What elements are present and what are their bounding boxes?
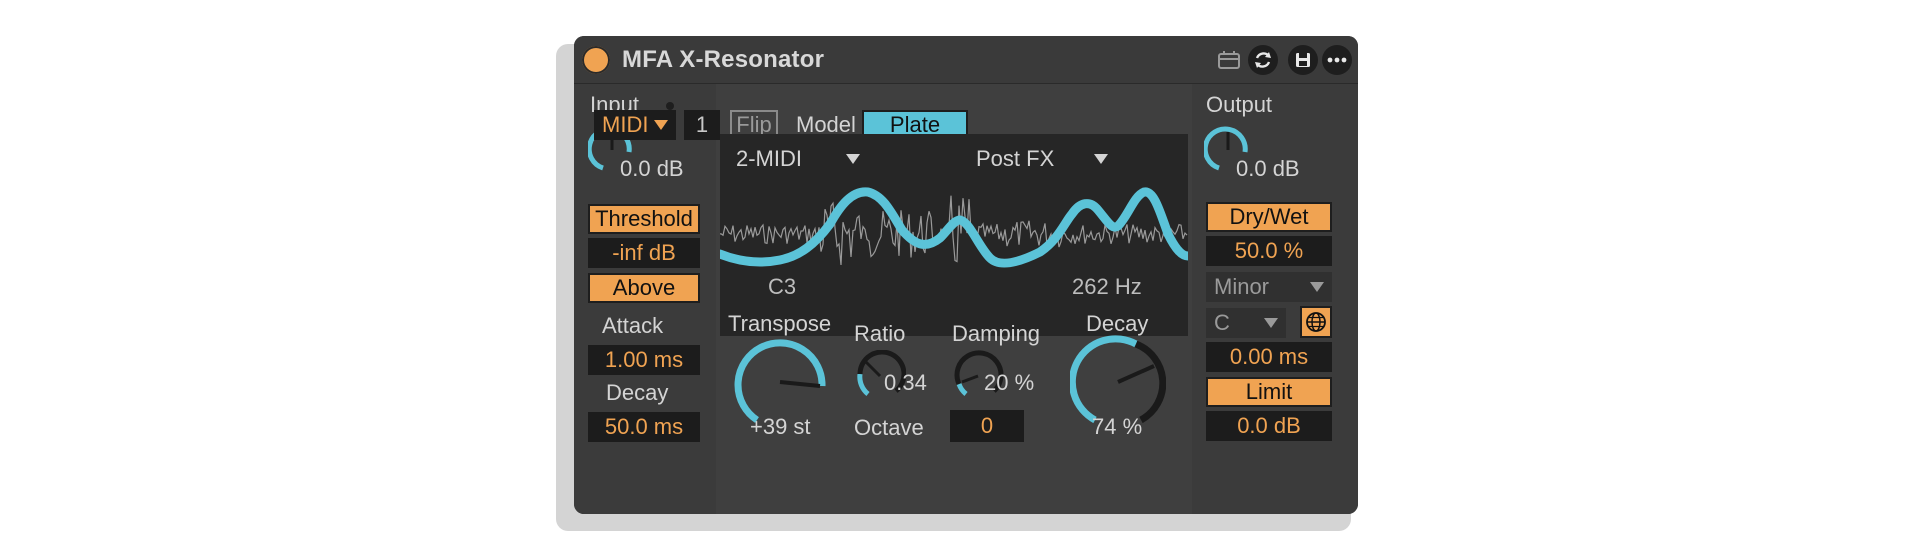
limit-value[interactable]: 0.0 dB <box>1206 411 1332 441</box>
channel-field[interactable]: 1 <box>684 110 720 140</box>
drywet-value[interactable]: 50.0 % <box>1206 236 1332 266</box>
octave-value[interactable]: 0 <box>950 410 1024 442</box>
globe-button[interactable] <box>1300 306 1332 338</box>
source-dropdown[interactable]: MIDI <box>594 110 676 140</box>
device-panel: MFA X-Resonator Input 0.0 dB Threshold -… <box>574 36 1358 514</box>
attack-value[interactable]: 1.00 ms <box>588 345 700 375</box>
fx-position-dropdown[interactable]: Post FX <box>968 144 1116 174</box>
chevron-down-icon <box>1264 318 1278 328</box>
chevron-down-icon <box>654 120 668 130</box>
key-value: C <box>1214 310 1230 335</box>
input-gain-value[interactable]: 0.0 dB <box>620 156 684 182</box>
save-icon[interactable] <box>1288 45 1318 75</box>
scale-dropdown[interactable]: Minor <box>1206 272 1332 302</box>
globe-icon <box>1306 312 1326 332</box>
frequency-readout: 262 Hz <box>1072 274 1142 299</box>
device-title: MFA X-Resonator <box>622 46 825 73</box>
limit-button[interactable]: Limit <box>1206 377 1332 407</box>
chevron-down-icon <box>1094 154 1108 164</box>
ratio-value[interactable]: 0.34 <box>884 370 927 396</box>
chevron-down-icon <box>846 154 860 164</box>
threshold-mode-button[interactable]: Above <box>588 273 700 303</box>
damping-value[interactable]: 20 % <box>984 370 1034 396</box>
output-label: Output <box>1206 92 1273 117</box>
device-power-toggle[interactable] <box>582 46 610 74</box>
attack-label: Attack <box>602 313 664 338</box>
note-readout: C3 <box>768 274 797 299</box>
threshold-button[interactable]: Threshold <box>588 204 700 234</box>
threshold-value[interactable]: -inf dB <box>588 238 700 268</box>
input-activity-led <box>666 102 674 110</box>
scale-value: Minor <box>1214 274 1270 299</box>
input-decay-label: Decay <box>606 380 669 405</box>
input-decay-value[interactable]: 50.0 ms <box>588 412 700 442</box>
midi-input-dropdown[interactable]: 2-MIDI <box>728 144 868 174</box>
drywet-button[interactable]: Dry/Wet <box>1206 202 1332 232</box>
output-gain-value[interactable]: 0.0 dB <box>1236 156 1300 182</box>
ratio-label: Ratio <box>854 321 906 346</box>
chevron-down-icon <box>1310 282 1324 292</box>
waveform-scope: 2-MIDI Post FX C3 262 Hz <box>720 134 1188 336</box>
refresh-icon[interactable] <box>1248 45 1278 75</box>
key-dropdown[interactable]: C <box>1206 308 1286 338</box>
resonator-decay-value[interactable]: 74 % <box>1092 414 1142 440</box>
midi-input-value: 2-MIDI <box>736 146 802 171</box>
transpose-value[interactable]: +39 st <box>750 414 811 440</box>
output-time-value[interactable]: 0.00 ms <box>1206 342 1332 372</box>
fx-position-value: Post FX <box>976 146 1055 171</box>
source-value: MIDI <box>602 112 649 137</box>
octave-label: Octave <box>854 415 924 440</box>
damping-label: Damping <box>952 321 1041 346</box>
titlebar: MFA X-Resonator <box>574 36 1358 84</box>
clip-icon[interactable] <box>1214 45 1244 75</box>
more-icon[interactable] <box>1322 45 1352 75</box>
